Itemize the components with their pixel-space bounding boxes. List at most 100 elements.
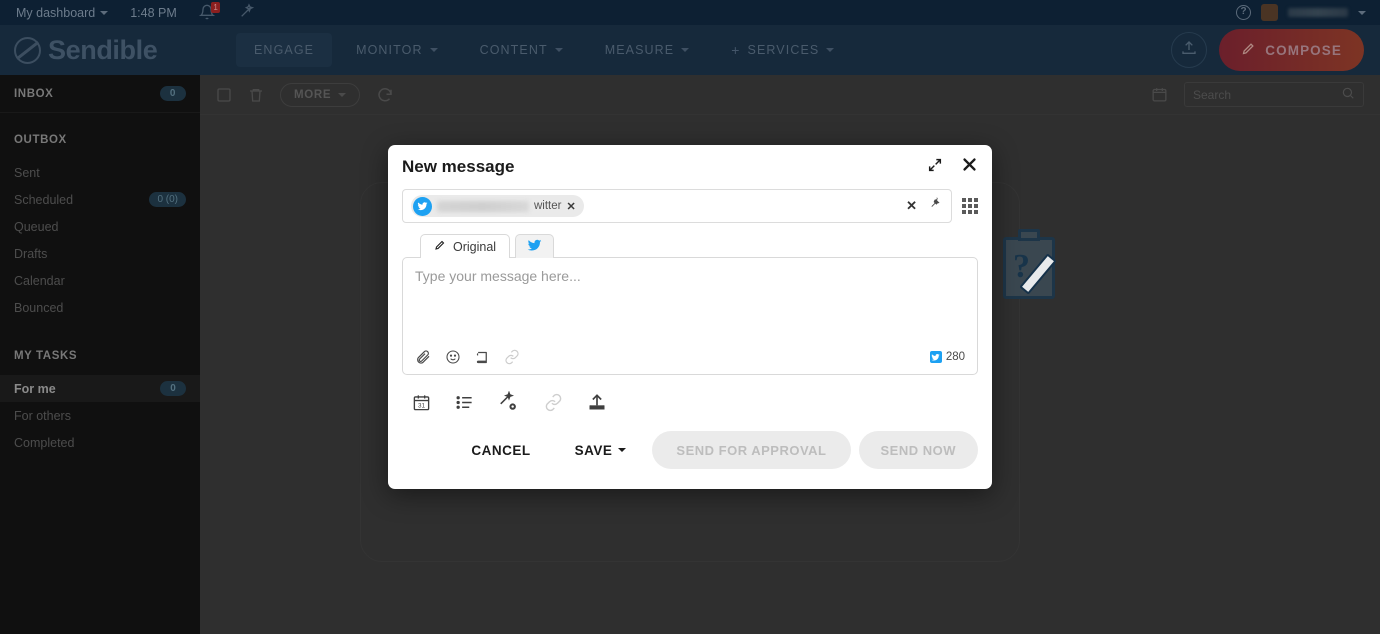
- pin-icon[interactable]: [928, 196, 943, 216]
- chevron-down-icon: [618, 448, 627, 452]
- recipient-name-redacted: [437, 200, 529, 212]
- sidebar-my-tasks-label: MY TASKS: [14, 350, 78, 362]
- main-navigation-bar: Sendible ENGAGE MONITOR CONTENT MEASURE: [0, 25, 1380, 75]
- recipient-row: witter ✕ ✕: [402, 189, 978, 223]
- sidebar-item-inbox[interactable]: INBOX 0: [0, 75, 200, 113]
- nav-item-services[interactable]: + SERVICES: [713, 33, 852, 67]
- queue-list-icon[interactable]: [455, 393, 474, 412]
- bell-icon: 1: [198, 1, 220, 22]
- sendible-logo-icon: [14, 36, 41, 64]
- character-count: 280: [929, 351, 965, 363]
- sidebar-label: Completed: [14, 435, 75, 450]
- remove-chip-icon[interactable]: ✕: [566, 200, 575, 213]
- top-utility-bar: My dashboard 1:48 PM 1 ?: [0, 0, 1380, 25]
- nav-item-measure[interactable]: MEASURE: [587, 33, 708, 67]
- select-all-checkbox[interactable]: [216, 87, 232, 103]
- cancel-button[interactable]: CANCEL: [453, 433, 548, 468]
- nav-item-engage[interactable]: ENGAGE: [236, 33, 333, 67]
- magic-wand-icon: [239, 3, 255, 22]
- clipboard-clip-icon: [1018, 229, 1040, 241]
- grid-apps-icon[interactable]: [962, 198, 978, 214]
- dashboard-selector[interactable]: My dashboard: [16, 6, 109, 20]
- tab-twitter[interactable]: [515, 234, 555, 258]
- import-button[interactable]: [1171, 32, 1208, 68]
- send-approval-label: SEND FOR APPROVAL: [676, 442, 827, 458]
- emoji-icon[interactable]: [445, 349, 461, 365]
- trash-icon[interactable]: [248, 86, 264, 104]
- notification-badge: 1: [211, 1, 220, 13]
- calendar-schedule-icon[interactable]: 31: [412, 393, 431, 412]
- sidebar-item-for-others[interactable]: For others: [0, 402, 200, 429]
- sidebar-item-completed[interactable]: Completed: [0, 429, 200, 456]
- tab-label-original: Original: [453, 239, 497, 254]
- attachment-clip-icon[interactable]: [544, 393, 563, 412]
- sidebar-item-bounced[interactable]: Bounced: [0, 294, 200, 321]
- message-composer[interactable]: Type your message here... 280: [402, 257, 978, 375]
- twitter-icon: [413, 196, 432, 216]
- nav-label-measure: MEASURE: [604, 43, 675, 57]
- sidebar-item-for-me[interactable]: For me 0: [0, 375, 200, 402]
- sidebar-item-calendar[interactable]: Calendar: [0, 267, 200, 294]
- recipient-input[interactable]: witter ✕ ✕: [402, 189, 952, 223]
- avatar[interactable]: [1261, 4, 1278, 21]
- more-label: MORE: [294, 88, 332, 101]
- plus-icon: +: [731, 42, 741, 58]
- sidebar-label: Drafts: [14, 246, 48, 261]
- sidebar-item-scheduled[interactable]: Scheduled 0 (0): [0, 186, 200, 213]
- content-library-icon[interactable]: [475, 350, 490, 365]
- magic-settings-icon[interactable]: [498, 391, 520, 413]
- sidebar-inbox-count: 0: [160, 86, 186, 101]
- twitter-icon: [527, 238, 542, 256]
- send-now-label: SEND NOW: [880, 442, 956, 458]
- nav-label-content: CONTENT: [479, 43, 548, 57]
- refresh-icon[interactable]: [376, 86, 394, 104]
- upload-icon: [1181, 40, 1197, 61]
- twitter-icon: [929, 351, 942, 363]
- chevron-down-icon: [338, 92, 347, 97]
- recipient-chip-label: witter: [534, 200, 562, 212]
- expand-icon[interactable]: [927, 157, 943, 178]
- sidebar-inbox-label: INBOX: [14, 87, 54, 100]
- help-icon[interactable]: ?: [1236, 5, 1251, 20]
- upload-media-icon[interactable]: [587, 392, 607, 412]
- sidebar-for-me-count: 0: [160, 381, 186, 396]
- save-button[interactable]: SAVE: [557, 433, 645, 468]
- recipient-chip[interactable]: witter ✕: [411, 195, 584, 217]
- send-for-approval-button[interactable]: SEND FOR APPROVAL: [652, 431, 851, 469]
- brand-name: Sendible: [48, 34, 158, 65]
- chevron-down-icon: [826, 48, 835, 52]
- sidebar-item-sent[interactable]: Sent: [0, 159, 200, 186]
- sidebar-item-queued[interactable]: Queued: [0, 213, 200, 240]
- composer-toolbar: 280: [403, 340, 977, 374]
- save-label: SAVE: [574, 442, 613, 458]
- compose-button[interactable]: COMPOSE: [1219, 29, 1364, 71]
- search-icon: [1341, 86, 1355, 103]
- new-message-modal: New message witter ✕ ✕ Original Type you…: [388, 145, 992, 489]
- sidebar-outbox-label: OUTBOX: [14, 134, 67, 146]
- clear-icon[interactable]: ✕: [906, 198, 917, 214]
- send-now-button[interactable]: SEND NOW: [858, 431, 978, 469]
- chevron-down-icon: [100, 10, 109, 15]
- calendar-icon[interactable]: [1151, 86, 1168, 103]
- page-title: New message: [402, 157, 515, 176]
- pencil-icon: [434, 239, 446, 254]
- composer-options: 31: [402, 375, 978, 413]
- nav-items: ENGAGE MONITOR CONTENT MEASURE + SERVICE…: [236, 33, 852, 67]
- nav-item-content[interactable]: CONTENT: [462, 33, 581, 67]
- user-menu-chevron-icon[interactable]: [1358, 10, 1366, 15]
- close-icon[interactable]: [961, 156, 978, 178]
- current-time: 1:48 PM: [130, 6, 177, 20]
- link-shorten-icon[interactable]: [504, 349, 520, 365]
- sidebar-item-drafts[interactable]: Drafts: [0, 240, 200, 267]
- tab-original[interactable]: Original: [420, 234, 511, 258]
- character-count-value: 280: [945, 351, 965, 363]
- brand-logo[interactable]: Sendible: [0, 35, 200, 66]
- search-input[interactable]: Search: [1184, 82, 1364, 107]
- notifications-button[interactable]: 1: [198, 1, 220, 22]
- modal-body: witter ✕ ✕ Original Type your message he…: [388, 189, 992, 413]
- more-button[interactable]: MORE: [280, 82, 361, 107]
- nav-item-monitor[interactable]: MONITOR: [338, 33, 456, 67]
- magic-wand-button[interactable]: [239, 3, 255, 22]
- composer-tabs: Original: [402, 234, 978, 258]
- paperclip-icon[interactable]: [415, 349, 431, 365]
